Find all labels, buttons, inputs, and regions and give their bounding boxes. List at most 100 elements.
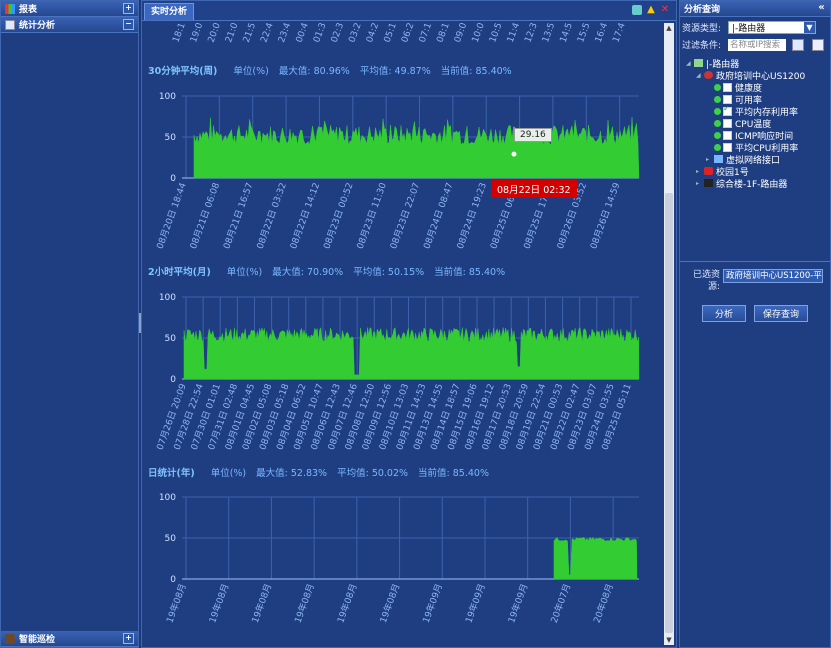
chart3-cur: 当前值: 85.40% [418, 468, 489, 479]
x-tick-label: 08月23日 22:07 [388, 181, 422, 250]
status-dot-icon [714, 83, 721, 91]
selected-resource-value: 政府培训中心US1200-平 [726, 271, 822, 281]
resource-type-row: 资源类型: |-路由器 ▼ [682, 21, 830, 34]
query-panel-header: 分析查询 « [680, 1, 830, 17]
report-icon [5, 3, 15, 14]
y-tick-label: 50 [165, 133, 177, 143]
tree-expander-icon[interactable]: ◢ [696, 72, 704, 79]
y-tick-label: 0 [170, 575, 176, 585]
tree-expander-icon[interactable]: ▸ [696, 180, 704, 187]
y-tick-label: 100 [159, 92, 176, 102]
clear-filter-icon[interactable] [812, 38, 824, 51]
tree-node[interactable]: ◢ 政府培训中心US1200 [682, 69, 830, 82]
top-axis-tick-label: 10:5 [488, 22, 504, 44]
top-axis-tick-label: 08:1 [435, 22, 451, 44]
top-axis-tick-label: 05:1 [383, 22, 399, 44]
x-tick-label: 19年08月 [292, 582, 317, 625]
selected-resource-field[interactable]: 政府培训中心US1200-平 [723, 269, 823, 283]
status-dot-icon [714, 143, 721, 151]
tree-node[interactable]: ▸ 校园1号 [682, 165, 830, 178]
tree-node[interactable]: ▸ 综合楼-1F-路由器 [682, 177, 830, 190]
collapse-panel-icon[interactable]: « [817, 3, 826, 13]
vertical-scrollbar[interactable]: ▲ ▼ [664, 23, 674, 645]
tree-node[interactable]: ◢ |-路由器 [682, 57, 830, 70]
chart1-title: 30分钟平均(周) [148, 66, 218, 77]
collapse-icon[interactable]: − [123, 19, 134, 30]
metric-checkbox[interactable] [723, 130, 732, 140]
chart2-cur: 当前值: 85.40% [434, 267, 506, 278]
scroll-up-icon[interactable]: ▲ [664, 23, 674, 33]
tree-node[interactable]: CPU温度 [682, 117, 830, 130]
tree-node[interactable]: 平均CPU利用率 [682, 141, 830, 154]
chart3-title: 日统计(年) [148, 468, 195, 479]
resource-type-label: 资源类型: [682, 24, 722, 34]
close-icon[interactable]: ✕ [660, 5, 670, 15]
top-axis-tick-label: 14:5 [559, 22, 575, 44]
y-tick-label: 100 [159, 293, 176, 303]
nav-item-statistics[interactable]: 统计分析 − [1, 17, 138, 33]
tab-realtime-analysis[interactable]: 实时分析 [144, 3, 195, 20]
export-icon[interactable] [632, 5, 642, 15]
tree-node[interactable]: ICMP响应时间 [682, 129, 830, 142]
hover-point [511, 151, 517, 157]
tree-node-label: 综合楼-1F-路由器 [716, 179, 788, 190]
chart1-stats: 30分钟平均(周) 单位(%) 最大值: 80.96% 平均值: 49.87% … [148, 63, 512, 77]
top-axis-tick-label: 00:4 [295, 21, 311, 44]
tree-expander-icon[interactable]: ▸ [696, 168, 704, 175]
expand-icon[interactable]: + [123, 3, 134, 14]
scroll-down-icon[interactable]: ▼ [664, 635, 674, 645]
metric-checkbox[interactable] [723, 82, 732, 92]
chart1-avg: 平均值: 49.87% [359, 66, 431, 77]
analyze-button[interactable]: 分析 [702, 305, 747, 322]
warning-icon[interactable]: ▲ [646, 5, 656, 15]
tree-expander-icon[interactable]: ▸ [706, 156, 714, 163]
metric-checkbox[interactable] [723, 104, 732, 116]
tree-node[interactable]: 健康度 [682, 81, 830, 94]
top-axis-tick-label: 09:0 [453, 21, 469, 44]
chart2-avg: 平均值: 50.15% [353, 267, 425, 278]
charts-canvas: 18:1 19:0 20:0 21:0 21:5 22:4 23:4 00:4 01:3 02:3… [155, 21, 640, 625]
resource-type-select[interactable]: |-路由器 ▼ [728, 21, 816, 34]
x-tick-label: 19年08月 [377, 582, 402, 625]
chart2-title: 2小时平均(月) [148, 267, 211, 278]
x-tick-label: 08月22日 14:12 [288, 181, 322, 250]
x-tick-label: 08月23日 11:30 [355, 181, 389, 251]
query-panel: 分析查询 « 资源类型: |-路由器 ▼ 过滤条件: 名称或IP搜索 ◢ |-路由… [679, 0, 831, 648]
chart-scroll-area[interactable]: 18:1 19:0 20:0 21:0 21:5 22:4 23:4 00:4 01:3 02:3… [142, 21, 662, 647]
filter-input[interactable]: 名称或IP搜索 [728, 38, 786, 51]
query-panel-title: 分析查询 [684, 5, 721, 15]
metric-checkbox[interactable] [723, 94, 732, 104]
top-axis-tick-label: 03:2 [347, 22, 363, 44]
x-tick-label: 19年08月 [164, 582, 189, 625]
folder-icon [694, 59, 703, 67]
search-icon[interactable] [792, 38, 804, 51]
resource-type-value: |-路由器 [732, 24, 766, 34]
interface-icon [714, 155, 723, 163]
chart1-cur: 当前值: 85.40% [440, 66, 512, 77]
nav-item-reports[interactable]: 报表 + [1, 1, 138, 17]
filter-placeholder: 名称或IP搜索 [730, 39, 781, 50]
tree-expander-icon[interactable]: ◢ [686, 60, 694, 67]
metric-checkbox[interactable] [723, 118, 732, 128]
divider [680, 261, 830, 262]
tooltip-value: 29.16 [514, 128, 552, 142]
nav-item-label: 智能巡检 [19, 635, 56, 645]
tree-node[interactable]: ▸ 虚拟网络接口 [682, 153, 830, 166]
top-axis-tick-label: 02:3 [330, 22, 346, 44]
save-query-button[interactable]: 保存查询 [754, 305, 809, 322]
scroll-thumb[interactable] [665, 193, 673, 633]
tree-node[interactable]: 可用率 [682, 93, 830, 106]
tree-node[interactable]: 平均内存利用率 [682, 104, 830, 118]
expand-icon[interactable]: + [123, 633, 134, 644]
nav-item-inspection[interactable]: 智能巡检 + [1, 631, 138, 647]
status-dot-icon [714, 119, 721, 127]
x-tick-label: 20年07月 [548, 582, 573, 625]
filter-label: 过滤条件: [682, 41, 722, 51]
series-area [193, 116, 640, 179]
metric-checkbox[interactable] [723, 142, 732, 152]
top-axis-tick-label: 15:5 [576, 22, 592, 44]
top-axis-tick-label: 19:0 [189, 21, 205, 44]
switch-icon [704, 179, 713, 187]
x-tick-label: 19年08月 [206, 582, 231, 625]
x-tick-label: 19年09月 [505, 582, 530, 625]
